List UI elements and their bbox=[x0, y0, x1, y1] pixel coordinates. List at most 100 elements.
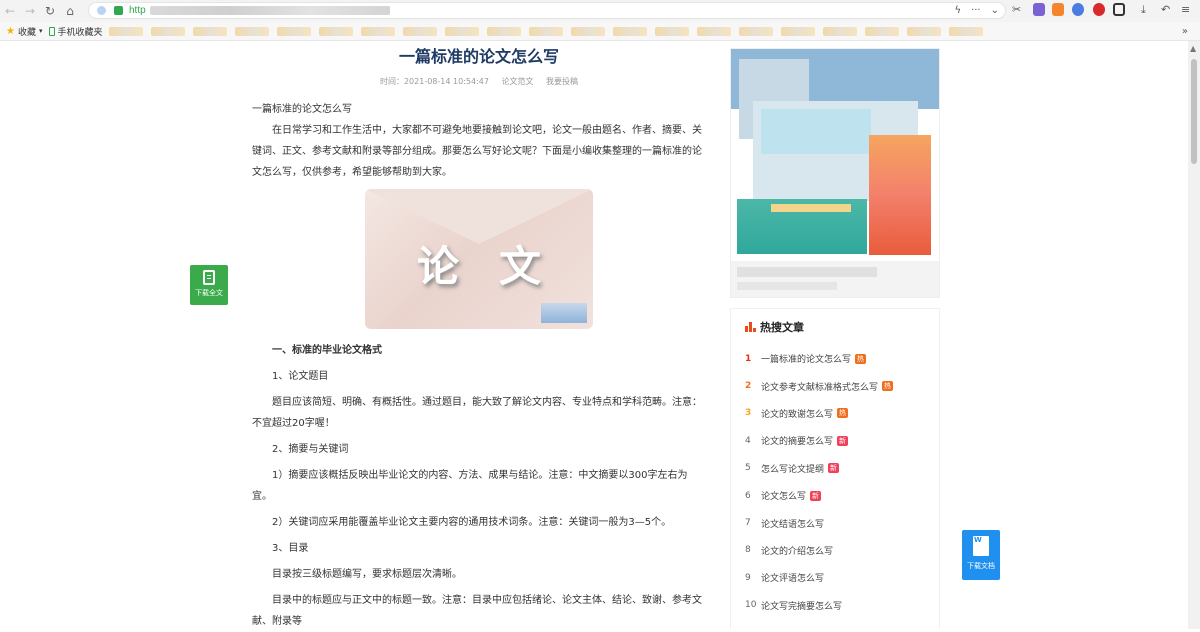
section-paragraph: 1、论文题目 bbox=[272, 371, 329, 382]
hot-article-rank: 2 bbox=[745, 381, 752, 392]
bookmark-blurred[interactable] bbox=[906, 26, 941, 36]
hot-article-title[interactable]: 论文的摘要怎么写 bbox=[761, 434, 833, 447]
hot-article-item[interactable]: 6 论文怎么写新 bbox=[745, 482, 939, 509]
hot-article-item[interactable]: 9 论文评语怎么写 bbox=[745, 564, 939, 591]
mask-icon[interactable] bbox=[1052, 3, 1064, 16]
reload-icon[interactable]: ↻ bbox=[40, 0, 60, 22]
bookmark-blurred[interactable] bbox=[864, 26, 899, 36]
bookmark-blurred[interactable] bbox=[570, 26, 605, 36]
hot-article-title[interactable]: 论文怎么写 bbox=[761, 489, 806, 502]
new-badge: 新 bbox=[828, 463, 840, 474]
address-bar[interactable]: http ϟ ··· ⌄ bbox=[88, 2, 1006, 19]
document-download-icon bbox=[203, 270, 215, 285]
bookmark-blurred[interactable] bbox=[654, 26, 689, 36]
hot-article-title[interactable]: 论文评语怎么写 bbox=[761, 571, 824, 584]
bookmark-blurred[interactable] bbox=[738, 26, 773, 36]
grid-icon[interactable] bbox=[1113, 3, 1125, 16]
bookmark-blurred[interactable] bbox=[150, 26, 185, 36]
hot-article-title[interactable]: 论文的介绍怎么写 bbox=[761, 544, 833, 557]
word-doc-icon bbox=[973, 536, 989, 556]
bookmark-blurred[interactable] bbox=[822, 26, 857, 36]
page-scrollbar[interactable]: ▲ bbox=[1188, 41, 1200, 629]
translate-icon[interactable] bbox=[1033, 3, 1045, 16]
bookmark-blurred[interactable] bbox=[780, 26, 815, 36]
star-icon: ★ bbox=[6, 25, 15, 37]
article-category-link[interactable]: 论文范文 bbox=[501, 77, 533, 86]
download-full-button[interactable]: 下载全文 bbox=[190, 265, 228, 305]
secure-icon bbox=[114, 6, 123, 15]
hot-badge: 热 bbox=[837, 408, 849, 419]
image-strip bbox=[541, 303, 587, 323]
more-icon[interactable]: ··· bbox=[971, 5, 981, 16]
hot-article-item[interactable]: 10 论文写完摘要怎么写 bbox=[745, 592, 939, 619]
notify-icon[interactable] bbox=[1072, 3, 1084, 16]
bookmark-blurred[interactable] bbox=[108, 26, 143, 36]
bookmark-blurred[interactable] bbox=[402, 26, 437, 36]
site-info-icon[interactable] bbox=[97, 6, 106, 15]
hot-article-title[interactable]: 论文结语怎么写 bbox=[761, 517, 824, 530]
bookmark-favorites[interactable]: ★ 收藏 ▾ bbox=[6, 25, 43, 38]
chevron-down-icon[interactable]: ⌄ bbox=[991, 5, 999, 16]
section-paragraph: 2）关键词应采用能覆盖毕业论文主要内容的通用技术词条。注意：关键词一般为3—5个… bbox=[272, 517, 672, 528]
submit-link[interactable]: 我要投稿 bbox=[546, 77, 578, 86]
bookmark-blurred[interactable] bbox=[948, 26, 983, 36]
hot-article-item[interactable]: 8 论文的介绍怎么写 bbox=[745, 537, 939, 564]
caret-down-icon: ▾ bbox=[38, 27, 43, 35]
hot-article-title[interactable]: 论文参考文献标准格式怎么写 bbox=[761, 380, 878, 393]
bookmark-blurred[interactable] bbox=[486, 26, 521, 36]
menu-icon[interactable]: ≡ bbox=[1181, 3, 1193, 16]
bookmark-blurred[interactable] bbox=[276, 26, 311, 36]
hot-article-title[interactable]: 论文的致谢怎么写 bbox=[761, 407, 833, 420]
phone-icon bbox=[48, 26, 55, 36]
undo-icon[interactable]: ↶ bbox=[1161, 3, 1173, 16]
hot-article-title[interactable]: 一篇标准的论文怎么写 bbox=[761, 352, 851, 365]
hot-article-item[interactable]: 3 论文的致谢怎么写热 bbox=[745, 400, 939, 427]
url-blurred bbox=[149, 6, 390, 15]
bookmark-blurred[interactable] bbox=[234, 26, 269, 36]
hot-article-item[interactable]: 1 一篇标准的论文怎么写热 bbox=[745, 345, 939, 372]
forward-arrow-icon[interactable]: → bbox=[20, 0, 40, 22]
download-full-label: 下载全文 bbox=[195, 289, 223, 297]
hot-article-item[interactable]: 2 论文参考文献标准格式怎么写热 bbox=[745, 372, 939, 399]
bookmarks-more-icon[interactable]: » bbox=[1182, 26, 1188, 37]
bookmark-blurred[interactable] bbox=[360, 26, 395, 36]
hot-badge: 热 bbox=[855, 353, 867, 364]
hot-article-rank: 3 bbox=[745, 408, 752, 419]
hot-article-title[interactable]: 论文写完摘要怎么写 bbox=[761, 599, 842, 612]
bookmark-blurred[interactable] bbox=[444, 26, 479, 36]
scroll-up-icon[interactable]: ▲ bbox=[1190, 44, 1196, 53]
back-arrow-icon[interactable]: ← bbox=[0, 0, 20, 22]
bookmark-blurred[interactable] bbox=[696, 26, 731, 36]
hot-article-rank: 4 bbox=[745, 435, 751, 446]
new-badge: 新 bbox=[837, 435, 849, 446]
hot-article-rank: 6 bbox=[745, 490, 751, 501]
url-text[interactable]: http bbox=[129, 5, 146, 16]
hot-article-item[interactable]: 4 论文的摘要怎么写新 bbox=[745, 427, 939, 454]
hot-article-rank: 1 bbox=[745, 353, 752, 364]
hot-article-item[interactable]: 5 怎么写论文提纲新 bbox=[745, 455, 939, 482]
hot-article-title[interactable]: 怎么写论文提纲 bbox=[761, 462, 824, 475]
intro-paragraph: 在日常学习和工作生活中，大家都不可避免地要接触到论文吧，论文一般由题名、作者、摘… bbox=[252, 125, 702, 178]
home-icon[interactable]: ⌂ bbox=[60, 0, 80, 22]
section-heading: 一、标准的毕业论文格式 bbox=[272, 345, 382, 356]
bookmark-blurred[interactable] bbox=[192, 26, 227, 36]
section-paragraph: 3、目录 bbox=[272, 543, 309, 554]
bookmark-mobile[interactable]: 手机收藏夹 bbox=[48, 25, 103, 38]
bookmark-mobile-label: 手机收藏夹 bbox=[57, 27, 103, 38]
bookmark-blurred[interactable] bbox=[318, 26, 353, 36]
scroll-thumb[interactable] bbox=[1191, 59, 1197, 164]
browser-toolbar: ← → ↻ ⌂ http ϟ ··· ⌄ ✂ ⤓ ↶ ≡ bbox=[0, 0, 1200, 22]
block-icon[interactable] bbox=[1093, 3, 1105, 16]
bookmark-blurred[interactable] bbox=[528, 26, 563, 36]
article: 一篇标准的论文怎么写 时间：2021-08-14 10:54:47 论文范文 我… bbox=[252, 44, 706, 632]
bar-chart-icon bbox=[745, 322, 756, 332]
sidebar-ad-image[interactable] bbox=[730, 48, 940, 298]
bookmark-blurred[interactable] bbox=[612, 26, 647, 36]
article-title: 一篇标准的论文怎么写 bbox=[398, 47, 559, 66]
lightning-icon[interactable]: ϟ bbox=[954, 5, 961, 16]
hot-article-item[interactable]: 7 论文结语怎么写 bbox=[745, 509, 939, 536]
article-meta: 时间：2021-08-14 10:54:47 论文范文 我要投稿 bbox=[252, 76, 706, 87]
download-doc-button[interactable]: 下载文档 bbox=[962, 530, 1000, 580]
download-icon[interactable]: ⤓ bbox=[1141, 3, 1153, 16]
scissors-icon[interactable]: ✂ bbox=[1012, 3, 1024, 16]
